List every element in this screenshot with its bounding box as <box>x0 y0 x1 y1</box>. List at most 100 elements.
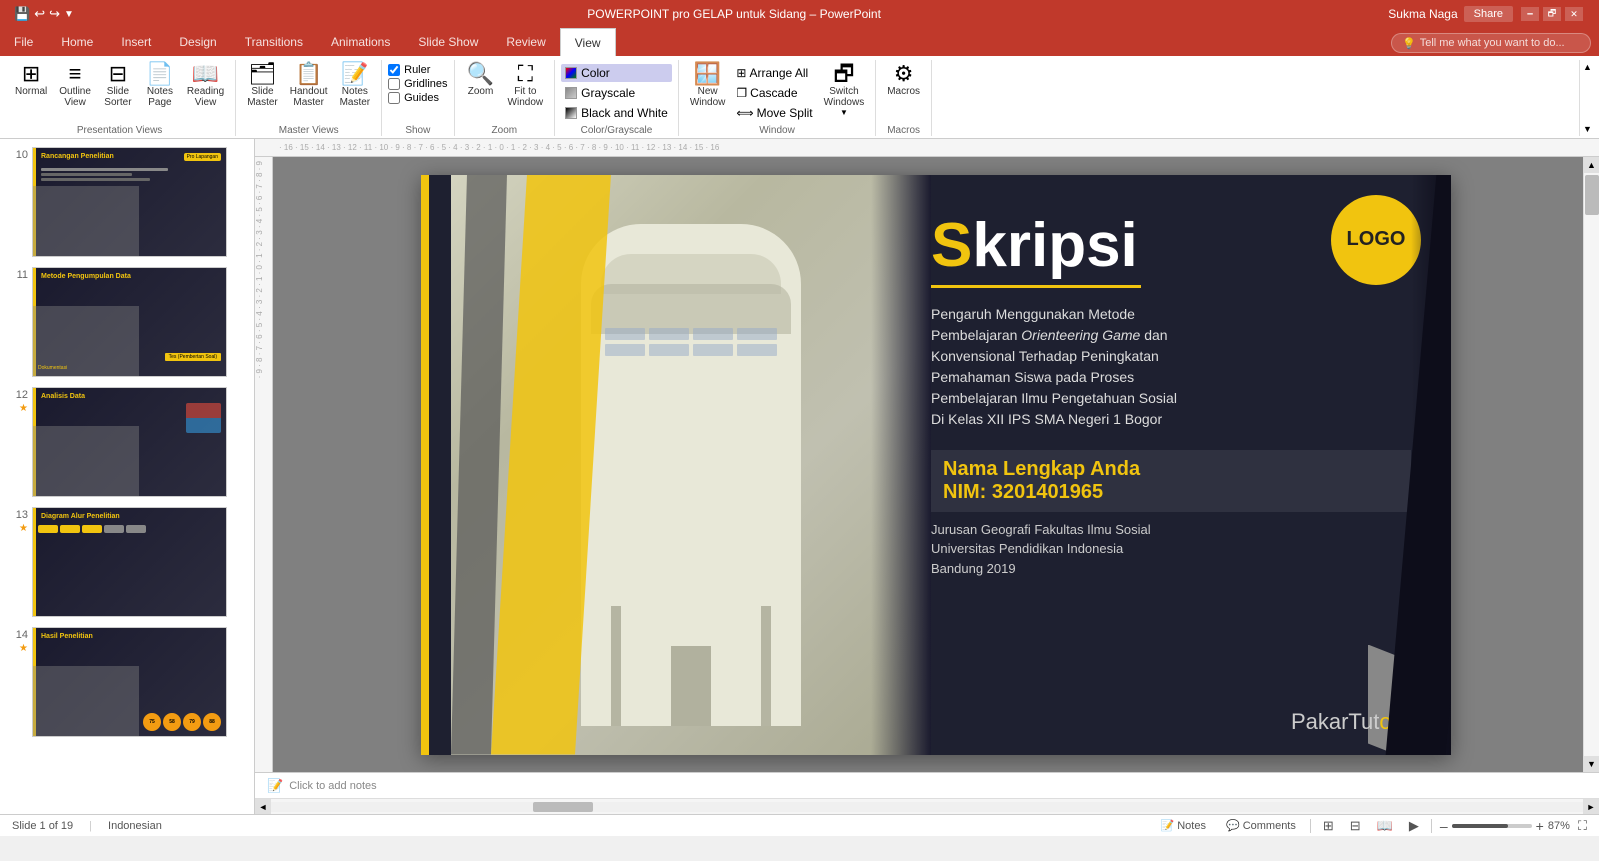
fit-to-window-button[interactable]: ⛶ Fit toWindow <box>503 60 549 111</box>
scroll-down-arrow[interactable]: ▼ <box>1584 756 1599 772</box>
horizontal-scrollbar[interactable]: ◄ ► <box>255 798 1599 814</box>
handout-master-button[interactable]: 📋 HandoutMaster <box>285 60 333 111</box>
switch-windows-button[interactable]: 🗗 SwitchWindows ▼ <box>819 60 870 120</box>
restore-button[interactable]: 🗗 <box>1543 7 1561 21</box>
h-scroll-thumb[interactable] <box>533 802 593 812</box>
color-option[interactable]: Color <box>561 64 672 82</box>
statusbar-slidesorter-view[interactable]: ⊟ <box>1346 817 1365 835</box>
slide-sorter-button[interactable]: ⊟ SlideSorter <box>98 60 138 111</box>
reading-view-button[interactable]: 📖 ReadingView <box>182 60 229 111</box>
fit-slide-icon[interactable]: ⛶ <box>1578 818 1587 834</box>
outline-view-button[interactable]: ≡ OutlineView <box>54 60 96 111</box>
statusbar-reading-view[interactable]: 📖 <box>1373 817 1397 835</box>
slide-canvas[interactable]: LOGO Skripsi Pengaruh Menggunakan Metode… <box>273 157 1599 772</box>
ribbon-collapse-icon[interactable]: ▲ <box>1583 62 1592 72</box>
zoom-percent[interactable]: 87% <box>1548 820 1570 832</box>
slide-item-13[interactable]: 13 ★ Diagram Alur Penelitian <box>4 503 250 621</box>
macros-group: ⚙ Macros Macros <box>876 60 932 136</box>
student-nim: NIM: 3201401965 <box>943 481 1399 504</box>
scroll-up-arrow[interactable]: ▲ <box>1584 157 1599 173</box>
status-bar: Slide 1 of 19 | Indonesian 📝 Notes 💬 Com… <box>0 814 1599 836</box>
slide-master-button[interactable]: 🗂 SlideMaster <box>242 60 283 111</box>
cascade-button[interactable]: ❐ Cascade <box>732 84 816 102</box>
slide-info: Slide 1 of 19 <box>12 820 73 832</box>
redo-icon[interactable]: ↪ <box>49 6 60 22</box>
scroll-left-arrow[interactable]: ◄ <box>255 799 271 815</box>
tab-file[interactable]: File <box>0 28 47 56</box>
slide-item-14[interactable]: 14 ★ Hasil Penelitian 75 58 79 88 <box>4 623 250 741</box>
zoom-fill <box>1452 824 1508 828</box>
tab-insert[interactable]: Insert <box>107 28 165 56</box>
gridlines-checkbox[interactable]: Gridlines <box>388 78 447 90</box>
tab-slideshow[interactable]: Slide Show <box>404 28 492 56</box>
statusbar-comments-button[interactable]: 💬 Comments <box>1220 819 1302 832</box>
statusbar-normal-view[interactable]: ⊞ <box>1319 817 1338 835</box>
slide-thumbnail-14[interactable]: Hasil Penelitian 75 58 79 88 <box>32 627 227 737</box>
normal-view-button[interactable]: ⊞ Normal <box>10 60 52 100</box>
save-icon[interactable]: 💾 <box>14 6 30 22</box>
subtitle-line3: dan <box>1140 327 1167 343</box>
undo-icon[interactable]: ↩ <box>34 6 45 22</box>
slide-item-11[interactable]: 11 Metode Pengumpulan Data Tes (Pemberta… <box>4 263 250 381</box>
subtitle-line7: Di Kelas XII IPS SMA Negeri 1 Bogor <box>931 411 1162 427</box>
quick-access-toolbar[interactable]: 💾 ↩ ↪ ▼ <box>8 6 80 22</box>
grayscale-option[interactable]: Grayscale <box>561 84 672 102</box>
minimize-button[interactable]: 🗕 <box>1521 7 1539 21</box>
ruler-vertical: · 9 · 8 · 7 · 6 · 5 · 4 · 3 · 2 · 1 · 0 … <box>255 157 273 772</box>
vertical-scrollbar[interactable]: ▲ ▼ <box>1583 157 1599 772</box>
move-split-button[interactable]: ⟺ Move Split <box>732 104 816 122</box>
student-name: Nama Lengkap Anda <box>943 458 1399 481</box>
slide-number-12: 12 ★ <box>8 387 28 414</box>
ribbon-expand-icon[interactable]: ▼ <box>1583 124 1592 134</box>
slide-item-10[interactable]: 10 Rancangan Penelitian Pro Lapangan <box>4 143 250 261</box>
subtitle-line1: Pengaruh Menggunakan Metode <box>931 306 1135 322</box>
slide-title-s: S <box>931 211 972 280</box>
brand-text-1: Pakar <box>1291 709 1348 734</box>
thumb-body-10 <box>41 168 222 181</box>
slide-thumbnail-10[interactable]: Rancangan Penelitian Pro Lapangan <box>32 147 227 257</box>
slide-item-12[interactable]: 12 ★ Analisis Data <box>4 383 250 501</box>
arrange-all-button[interactable]: ⊞ Arrange All <box>732 64 816 82</box>
slide-photo-area <box>451 175 931 755</box>
tab-home[interactable]: Home <box>47 28 107 56</box>
tell-me-text: Tell me what you want to do... <box>1420 37 1565 49</box>
institution-line3: Bandung 2019 <box>931 561 1016 576</box>
user-name: Sukma Naga <box>1388 7 1457 21</box>
notes-panel[interactable]: 📝 Click to add notes <box>255 772 1599 798</box>
slide-yellow-bar <box>421 175 429 755</box>
scroll-right-arrow[interactable]: ► <box>1583 799 1599 815</box>
zoom-plus-button[interactable]: + <box>1536 818 1544 834</box>
customize-qa-icon[interactable]: ▼ <box>64 9 74 20</box>
status-separator-2 <box>1310 819 1311 833</box>
black-white-option[interactable]: Black and White <box>561 104 672 122</box>
notes-page-button[interactable]: 📄 NotesPage <box>140 60 180 111</box>
statusbar-slideshow-view[interactable]: ▶ <box>1405 817 1423 835</box>
slide-thumbnail-12[interactable]: Analisis Data <box>32 387 227 497</box>
new-window-button[interactable]: 🪟 NewWindow <box>685 60 731 111</box>
share-button[interactable]: Share <box>1464 6 1513 22</box>
slide-main: LOGO Skripsi Pengaruh Menggunakan Metode… <box>421 175 1451 755</box>
tab-view[interactable]: View <box>560 28 616 56</box>
scroll-thumb[interactable] <box>1585 175 1599 215</box>
show-checkboxes: Ruler Gridlines Guides <box>388 60 447 104</box>
tell-me-input[interactable]: 💡 Tell me what you want to do... <box>1391 33 1591 53</box>
close-button[interactable]: ✕ <box>1565 7 1583 21</box>
zoom-minus-button[interactable]: – <box>1440 818 1448 834</box>
ruler-checkbox[interactable]: Ruler <box>388 64 447 76</box>
slide-thumbnail-13[interactable]: Diagram Alur Penelitian <box>32 507 227 617</box>
ruler-h-scale: · 16 · 15 · 14 · 13 · 12 · 11 · 10 · 9 ·… <box>279 143 719 152</box>
thumb-image-12 <box>33 426 139 496</box>
tab-animations[interactable]: Animations <box>317 28 404 56</box>
tab-transitions[interactable]: Transitions <box>231 28 317 56</box>
building-body <box>581 224 801 726</box>
ruler-horizontal: · 16 · 15 · 14 · 13 · 12 · 11 · 10 · 9 ·… <box>255 139 1599 157</box>
statusbar-notes-button[interactable]: 📝 Notes <box>1155 819 1212 832</box>
tab-design[interactable]: Design <box>165 28 230 56</box>
macros-button[interactable]: ⚙ Macros <box>882 60 925 100</box>
zoom-button[interactable]: 🔍 Zoom <box>461 60 501 100</box>
guides-checkbox[interactable]: Guides <box>388 92 447 104</box>
notes-master-button[interactable]: 📝 NotesMaster <box>335 60 376 111</box>
tab-review[interactable]: Review <box>492 28 559 56</box>
slide-thumbnail-11[interactable]: Metode Pengumpulan Data Tes (Pembertan S… <box>32 267 227 377</box>
zoom-slider[interactable] <box>1452 824 1532 828</box>
